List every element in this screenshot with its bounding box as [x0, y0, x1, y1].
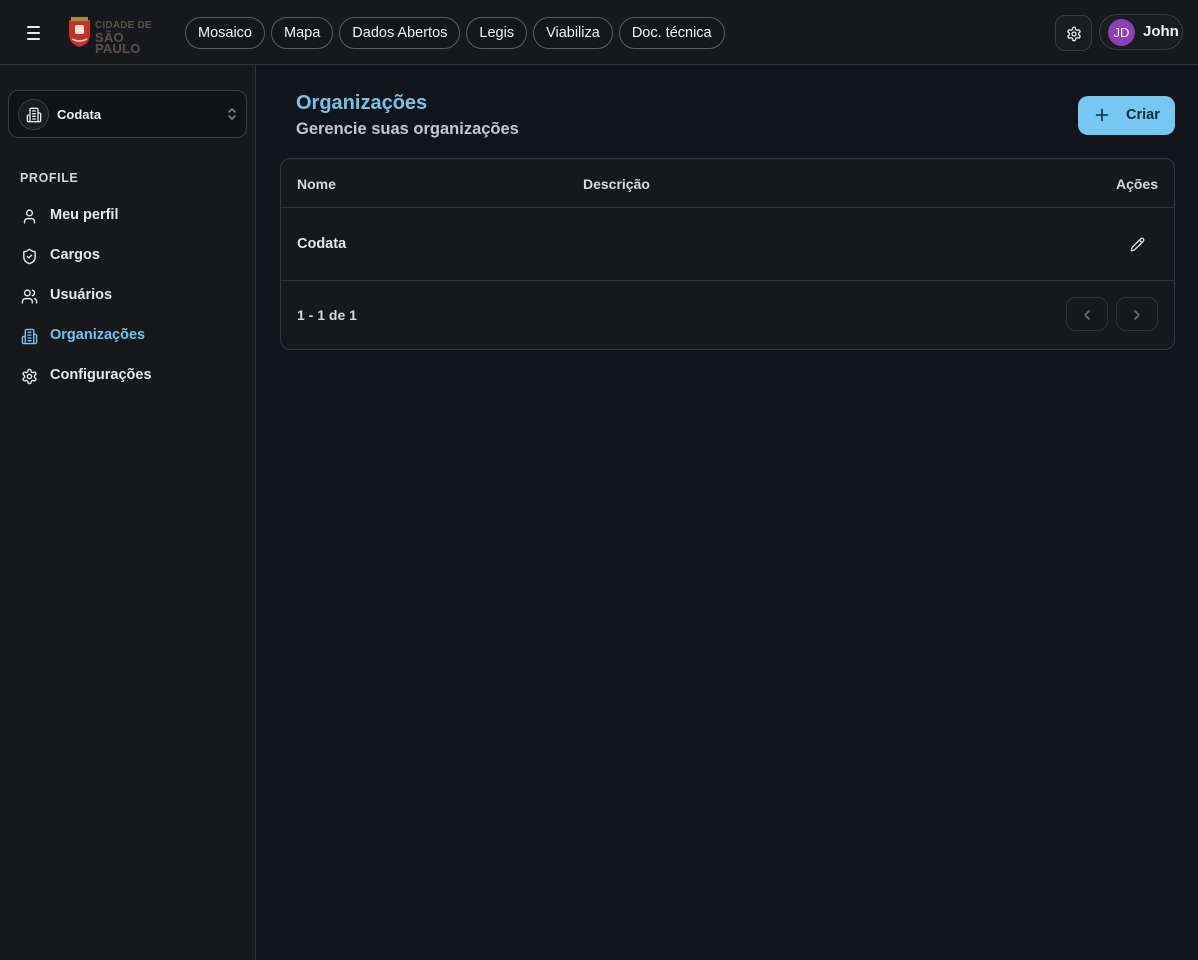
- sidebar-item-label: Meu perfil: [50, 207, 119, 223]
- logo-line-2: SÃO PAULO: [95, 30, 141, 56]
- page-subtitle: Gerencie suas organizações: [296, 120, 519, 138]
- column-header-acoes: Ações: [1115, 176, 1158, 192]
- top-bar: CIDADE DE SÃO PAULO Mosaico Mapa Dados A…: [0, 0, 1198, 65]
- building-icon: [21, 328, 38, 345]
- shield-check-icon: [23, 248, 36, 265]
- sidebar-item-configuracoes[interactable]: Configurações: [16, 360, 240, 392]
- cell-name: Codata: [297, 236, 347, 252]
- next-page-button[interactable]: [1116, 297, 1158, 331]
- nav-mosaico[interactable]: Mosaico: [185, 17, 265, 49]
- previous-page-button[interactable]: [1066, 297, 1108, 331]
- nav-doc-tecnica[interactable]: Doc. técnica: [618, 17, 725, 49]
- sidebar-item-label: Organizações: [50, 327, 146, 343]
- chevrons-up-down-icon: [228, 108, 236, 120]
- column-header-descricao: Descrição: [583, 176, 650, 192]
- user-icon: [23, 209, 36, 224]
- sidebar-item-usuarios[interactable]: Usuários: [16, 280, 240, 312]
- sidebar-item-label: Cargos: [50, 247, 100, 263]
- city-logo[interactable]: CIDADE DE SÃO PAULO: [66, 16, 172, 55]
- pagination-status: 1 - 1 de 1: [297, 307, 357, 323]
- gear-icon: [22, 368, 37, 385]
- building-icon: [26, 107, 42, 123]
- settings-button[interactable]: [1055, 15, 1092, 51]
- nav-legis[interactable]: Legis: [466, 17, 528, 49]
- nav-dados-abertos[interactable]: Dados Abertos: [339, 17, 461, 49]
- create-button-label: Criar: [1126, 107, 1160, 123]
- sidebar-item-meu-perfil[interactable]: Meu perfil: [16, 200, 240, 232]
- divider: [281, 280, 1174, 281]
- organization-select[interactable]: Codata: [8, 90, 247, 138]
- plus-icon: [1095, 108, 1109, 122]
- section-label-profile: PROFILE: [20, 171, 79, 185]
- chevron-left-icon: [1084, 310, 1090, 320]
- sidebar-item-organizacoes[interactable]: Organizações: [16, 320, 240, 352]
- sidebar-item-label: Usuários: [50, 287, 113, 303]
- divider: [281, 207, 1174, 208]
- edit-button[interactable]: [1125, 233, 1149, 257]
- page-title: Organizações: [296, 92, 428, 114]
- gear-icon: [1067, 26, 1081, 42]
- users-icon: [21, 289, 38, 304]
- sidebar: Codata PROFILE Meu perfil Cargos Usuário…: [0, 65, 256, 960]
- nav-mapa[interactable]: Mapa: [271, 17, 334, 49]
- create-button[interactable]: Criar: [1078, 96, 1175, 135]
- app-nav: Mosaico Mapa Dados Abertos Legis Viabili…: [185, 17, 725, 49]
- column-header-nome: Nome: [297, 176, 336, 192]
- organization-select-value: Codata: [57, 107, 102, 122]
- user-name: John: [1143, 23, 1179, 40]
- nav-viabiliza[interactable]: Viabiliza: [533, 17, 613, 49]
- menu-icon[interactable]: [20, 20, 48, 46]
- pencil-icon: [1130, 237, 1145, 252]
- city-seal-icon: [69, 17, 90, 47]
- organizations-table: Nome Descrição Ações Codata 1 - 1 de 1: [280, 158, 1175, 350]
- sidebar-item-cargos[interactable]: Cargos: [16, 240, 240, 272]
- chevron-right-icon: [1134, 310, 1140, 320]
- user-menu-button[interactable]: JD John: [1099, 14, 1183, 50]
- avatar: JD: [1108, 19, 1135, 46]
- sidebar-item-label: Configurações: [50, 367, 152, 383]
